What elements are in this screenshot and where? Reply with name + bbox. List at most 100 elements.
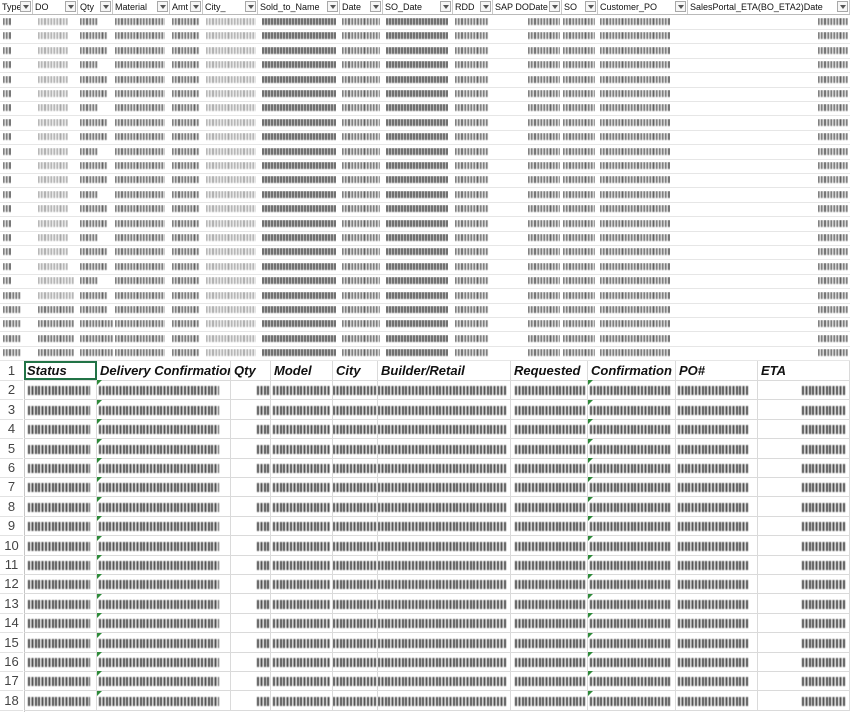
redacted-cell[interactable] bbox=[333, 399, 378, 419]
row-number[interactable]: 5 bbox=[0, 439, 23, 459]
redacted-cell[interactable] bbox=[758, 438, 850, 458]
redacted-cell[interactable] bbox=[378, 496, 511, 516]
redacted-cell[interactable] bbox=[24, 438, 97, 458]
redacted-cell[interactable] bbox=[231, 690, 271, 710]
top-header-cell[interactable]: City_ bbox=[203, 0, 258, 14]
redacted-cell[interactable] bbox=[97, 458, 231, 477]
redacted-cell[interactable] bbox=[333, 690, 378, 710]
redacted-cell[interactable] bbox=[758, 477, 850, 497]
top-header-cell[interactable]: Type bbox=[0, 0, 33, 14]
filter-dropdown-icon[interactable] bbox=[100, 1, 111, 12]
redacted-cell[interactable] bbox=[758, 671, 850, 691]
redacted-cell[interactable] bbox=[333, 652, 378, 671]
redacted-cell[interactable] bbox=[97, 652, 231, 671]
filter-dropdown-icon[interactable] bbox=[675, 1, 686, 12]
redacted-cell[interactable] bbox=[97, 555, 231, 574]
redacted-cell[interactable] bbox=[758, 496, 850, 516]
redacted-cell[interactable] bbox=[676, 555, 758, 574]
row-number[interactable]: 17 bbox=[0, 671, 23, 692]
redacted-cell[interactable] bbox=[511, 419, 588, 439]
top-header-cell[interactable]: Customer_PO bbox=[598, 0, 688, 14]
redacted-cell[interactable] bbox=[271, 555, 333, 574]
filter-dropdown-icon[interactable] bbox=[20, 1, 31, 12]
redacted-cell[interactable] bbox=[588, 535, 676, 555]
redacted-cell[interactable] bbox=[24, 593, 97, 613]
redacted-cell[interactable] bbox=[511, 535, 588, 555]
row-number[interactable]: 8 bbox=[0, 497, 23, 517]
redacted-cell[interactable] bbox=[588, 632, 676, 652]
filter-dropdown-icon[interactable] bbox=[440, 1, 451, 12]
redacted-cell[interactable] bbox=[758, 535, 850, 555]
redacted-cell[interactable] bbox=[97, 477, 231, 497]
redacted-cell[interactable] bbox=[378, 690, 511, 710]
redacted-cell[interactable] bbox=[271, 516, 333, 536]
redacted-cell[interactable] bbox=[676, 399, 758, 419]
redacted-cell[interactable] bbox=[676, 593, 758, 613]
redacted-cell[interactable] bbox=[231, 671, 271, 691]
redacted-cell[interactable] bbox=[333, 477, 378, 497]
redacted-cell[interactable] bbox=[676, 632, 758, 652]
redacted-cell[interactable] bbox=[271, 671, 333, 691]
redacted-cell[interactable] bbox=[378, 399, 511, 419]
redacted-cell[interactable] bbox=[271, 593, 333, 613]
redacted-cell[interactable] bbox=[231, 380, 271, 400]
redacted-cell[interactable] bbox=[588, 399, 676, 419]
redacted-cell[interactable] bbox=[758, 652, 850, 671]
redacted-cell[interactable] bbox=[271, 438, 333, 458]
top-header-cell[interactable]: RDD bbox=[453, 0, 493, 14]
redacted-cell[interactable] bbox=[24, 380, 97, 400]
redacted-cell[interactable] bbox=[231, 535, 271, 555]
column-header-status[interactable]: Status bbox=[24, 361, 97, 380]
top-header-cell[interactable]: Material bbox=[113, 0, 170, 14]
redacted-cell[interactable] bbox=[271, 690, 333, 710]
redacted-cell[interactable] bbox=[231, 613, 271, 633]
redacted-cell[interactable] bbox=[97, 496, 231, 516]
filter-dropdown-icon[interactable] bbox=[327, 1, 338, 12]
redacted-cell[interactable] bbox=[271, 632, 333, 652]
redacted-cell[interactable] bbox=[271, 458, 333, 477]
redacted-cell[interactable] bbox=[378, 516, 511, 536]
redacted-cell[interactable] bbox=[271, 477, 333, 497]
row-number[interactable]: 14 bbox=[0, 613, 23, 634]
redacted-cell[interactable] bbox=[676, 458, 758, 477]
top-header-cell[interactable]: SalesPortal_ETA(BO_ETA2)Date bbox=[688, 0, 850, 14]
redacted-cell[interactable] bbox=[333, 380, 378, 400]
redacted-cell[interactable] bbox=[97, 516, 231, 536]
redacted-cell[interactable] bbox=[511, 671, 588, 691]
column-header-qty[interactable]: Qty bbox=[231, 361, 271, 380]
redacted-cell[interactable] bbox=[758, 555, 850, 574]
row-number[interactable]: 11 bbox=[0, 555, 23, 575]
redacted-cell[interactable] bbox=[231, 438, 271, 458]
redacted-cell[interactable] bbox=[231, 516, 271, 536]
redacted-cell[interactable] bbox=[676, 419, 758, 439]
redacted-cell[interactable] bbox=[231, 477, 271, 497]
column-header-city[interactable]: City bbox=[333, 361, 378, 380]
column-header-builder-retail[interactable]: Builder/Retail bbox=[378, 361, 511, 380]
redacted-cell[interactable] bbox=[378, 593, 511, 613]
column-header-eta[interactable]: ETA bbox=[758, 361, 850, 380]
redacted-cell[interactable] bbox=[378, 477, 511, 497]
redacted-cell[interactable] bbox=[231, 458, 271, 477]
column-header-model[interactable]: Model bbox=[271, 361, 333, 380]
redacted-cell[interactable] bbox=[231, 399, 271, 419]
redacted-cell[interactable] bbox=[758, 380, 850, 400]
redacted-cell[interactable] bbox=[588, 690, 676, 710]
redacted-cell[interactable] bbox=[676, 496, 758, 516]
redacted-cell[interactable] bbox=[271, 399, 333, 419]
redacted-cell[interactable] bbox=[588, 574, 676, 594]
redacted-cell[interactable] bbox=[231, 496, 271, 516]
redacted-cell[interactable] bbox=[24, 613, 97, 633]
row-number[interactable]: 9 bbox=[0, 516, 23, 537]
redacted-cell[interactable] bbox=[333, 419, 378, 439]
redacted-cell[interactable] bbox=[333, 438, 378, 458]
redacted-cell[interactable] bbox=[588, 671, 676, 691]
redacted-cell[interactable] bbox=[378, 419, 511, 439]
redacted-cell[interactable] bbox=[588, 419, 676, 439]
redacted-cell[interactable] bbox=[378, 380, 511, 400]
top-header-cell[interactable]: SAP DODate bbox=[493, 0, 562, 14]
redacted-cell[interactable] bbox=[24, 496, 97, 516]
redacted-cell[interactable] bbox=[271, 613, 333, 633]
redacted-cell[interactable] bbox=[676, 516, 758, 536]
redacted-cell[interactable] bbox=[676, 690, 758, 710]
row-number[interactable]: 18 bbox=[0, 691, 23, 711]
